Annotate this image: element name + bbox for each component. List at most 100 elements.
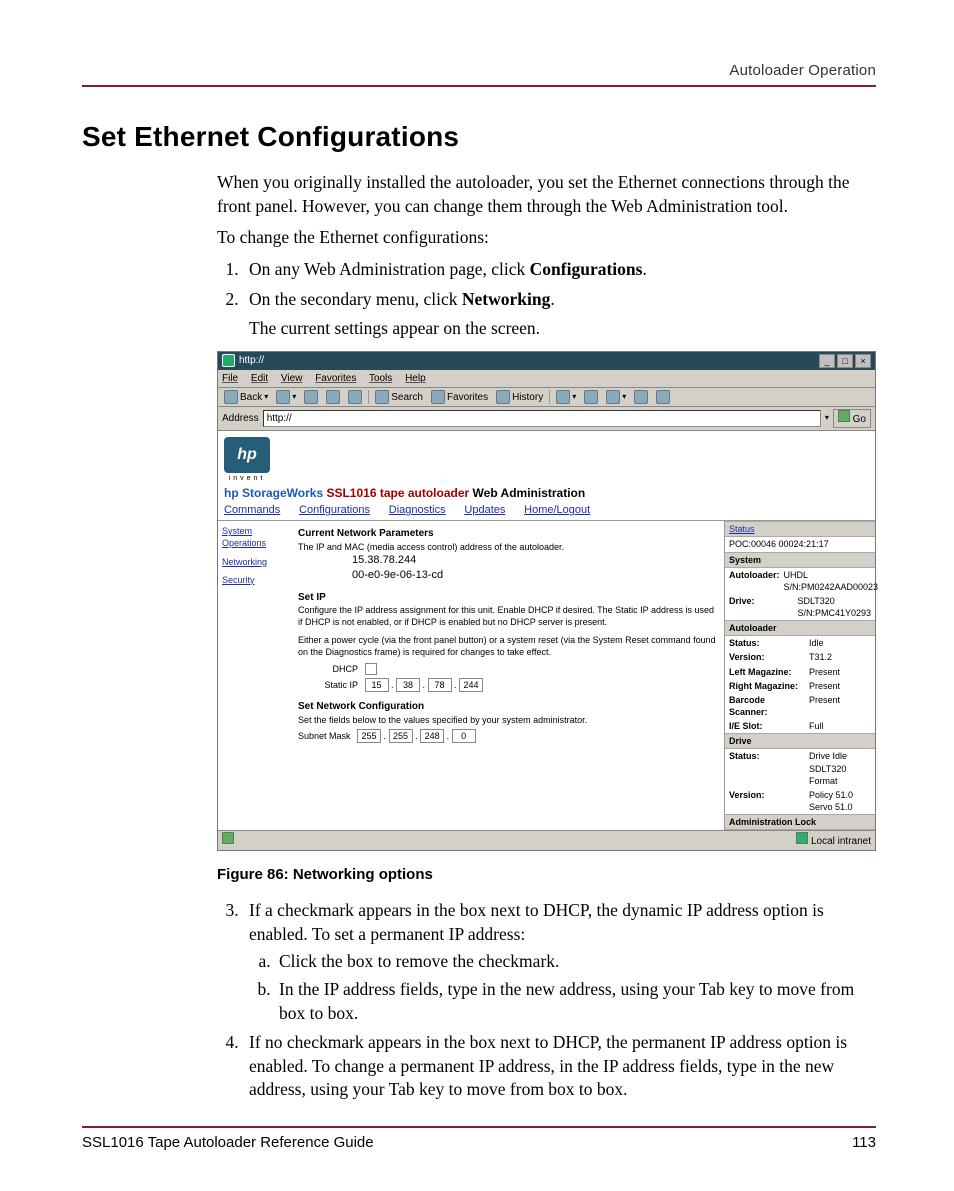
leftmag-v: Present bbox=[809, 666, 871, 678]
search-button[interactable]: Search bbox=[373, 390, 425, 404]
menu-help[interactable]: Help bbox=[405, 373, 426, 384]
window-max-button[interactable]: □ bbox=[837, 354, 853, 368]
fwd-button[interactable]: ▾ bbox=[274, 390, 298, 404]
hp-logo: hp bbox=[224, 437, 270, 473]
section-title: Set Ethernet Configurations bbox=[82, 121, 876, 153]
go-label: Go bbox=[853, 414, 866, 425]
app-title-blue: hp StorageWorks bbox=[224, 486, 326, 500]
side-security[interactable]: Security bbox=[222, 574, 292, 586]
rightmag-k: Right Magazine: bbox=[729, 680, 805, 692]
autoloader-v: UHDL S/N:PM0242AAD00023 bbox=[784, 569, 879, 593]
refresh-icon bbox=[326, 390, 340, 404]
step-3-text: If a checkmark appears in the box next t… bbox=[249, 900, 824, 944]
side-sysops[interactable]: System Operations bbox=[222, 525, 292, 549]
al-status-v: Idle bbox=[809, 637, 871, 649]
poc-value: POC:00046 00024:21:17 bbox=[729, 538, 829, 550]
forward-icon bbox=[276, 390, 290, 404]
d-status-k: Status: bbox=[729, 750, 805, 786]
d-status-v: Drive Idle SDLT320 Format bbox=[809, 750, 871, 786]
current-net-params-desc: The IP and MAC (media access control) ad… bbox=[298, 541, 718, 553]
footer-left: SSL1016 Tape Autoloader Reference Guide bbox=[82, 1134, 374, 1151]
subnet-4[interactable]: 0 bbox=[452, 729, 476, 743]
messenger-icon bbox=[656, 390, 670, 404]
status-header[interactable]: Status bbox=[725, 521, 875, 537]
go-icon bbox=[838, 410, 850, 422]
history-icon bbox=[496, 390, 510, 404]
d-version-v: Policy 51.0 Servo 51.0 bbox=[809, 789, 871, 813]
window-min-button[interactable]: _ bbox=[819, 354, 835, 368]
autoloader-k: Autoloader: bbox=[729, 569, 780, 593]
stop-icon bbox=[304, 390, 318, 404]
status-panel: Status POC:00046 00024:21:17 System Auto… bbox=[724, 521, 875, 830]
refresh-button[interactable] bbox=[324, 390, 342, 404]
steps-list: On any Web Administration page, click Co… bbox=[217, 258, 876, 341]
static-ip-2[interactable]: 38 bbox=[396, 678, 420, 692]
print-button[interactable] bbox=[582, 390, 600, 404]
go-button[interactable]: Go bbox=[833, 409, 871, 428]
al-version-k: Version: bbox=[729, 651, 805, 663]
stop-button[interactable] bbox=[302, 390, 320, 404]
drive-k: Drive: bbox=[729, 595, 793, 619]
menu-edit[interactable]: Edit bbox=[251, 373, 268, 384]
side-networking[interactable]: Networking bbox=[222, 556, 292, 568]
window-title: http:// bbox=[239, 354, 264, 368]
footer-page-number: 113 bbox=[852, 1134, 876, 1151]
step-2-text-a: On the secondary menu, click bbox=[249, 289, 462, 309]
step-1: On any Web Administration page, click Co… bbox=[243, 258, 876, 282]
ieslot-v: Full bbox=[809, 720, 871, 732]
history-button[interactable]: History bbox=[494, 390, 545, 404]
header-chapter: Autoloader Operation bbox=[82, 62, 876, 79]
ie-small-icon bbox=[222, 832, 234, 844]
menubar: File Edit View Favorites Tools Help bbox=[218, 370, 875, 389]
subnet-1[interactable]: 255 bbox=[357, 729, 381, 743]
nav-homelogout[interactable]: Home/Logout bbox=[524, 504, 590, 516]
al-version-v: T31.2 bbox=[809, 651, 871, 663]
subnet-3[interactable]: 248 bbox=[420, 729, 444, 743]
static-ip-3[interactable]: 78 bbox=[428, 678, 452, 692]
discuss-button[interactable] bbox=[632, 390, 650, 404]
menu-favorites[interactable]: Favorites bbox=[315, 373, 356, 384]
main-panel: Current Network Parameters The IP and MA… bbox=[296, 521, 724, 830]
ip-value: 15.38.78.244 bbox=[352, 553, 718, 568]
step-3b: In the IP address fields, type in the ne… bbox=[275, 978, 876, 1025]
discuss-icon bbox=[634, 390, 648, 404]
step-2-text-c: . bbox=[550, 289, 554, 309]
nav-commands[interactable]: Commands bbox=[224, 504, 280, 516]
web-content: hp invent hp StorageWorks SSL1016 tape a… bbox=[218, 431, 875, 831]
menu-tools[interactable]: Tools bbox=[369, 373, 392, 384]
system-header: System bbox=[725, 552, 875, 568]
hp-invent-label: invent bbox=[224, 474, 270, 483]
dhcp-label: DHCP bbox=[298, 663, 358, 675]
window-close-button[interactable]: × bbox=[855, 354, 871, 368]
set-ip-heading: Set IP bbox=[298, 591, 718, 605]
back-icon bbox=[224, 390, 238, 404]
favorites-button[interactable]: Favorites bbox=[429, 390, 490, 404]
nav-diagnostics[interactable]: Diagnostics bbox=[389, 504, 446, 516]
header-rule bbox=[82, 85, 876, 87]
nav-configurations[interactable]: Configurations bbox=[299, 504, 370, 516]
home-button[interactable] bbox=[346, 390, 364, 404]
menu-view[interactable]: View bbox=[281, 373, 303, 384]
ieslot-k: I/E Slot: bbox=[729, 720, 805, 732]
nav-updates[interactable]: Updates bbox=[464, 504, 505, 516]
address-bar: Address http:// ▾ Go bbox=[218, 407, 875, 431]
static-ip-4[interactable]: 244 bbox=[459, 678, 483, 692]
address-dropdown-icon[interactable]: ▾ bbox=[825, 413, 829, 424]
subnet-2[interactable]: 255 bbox=[389, 729, 413, 743]
rightmag-v: Present bbox=[809, 680, 871, 692]
address-input[interactable]: http:// bbox=[263, 410, 821, 428]
static-ip-1[interactable]: 15 bbox=[365, 678, 389, 692]
dhcp-checkbox[interactable] bbox=[365, 663, 377, 675]
side-nav: System Operations Networking Security bbox=[218, 521, 296, 830]
home-icon bbox=[348, 390, 362, 404]
browser-statusbar: Local intranet bbox=[218, 830, 875, 850]
autoloader-header: Autoloader bbox=[725, 620, 875, 636]
back-button[interactable]: Back ▾ bbox=[222, 390, 270, 404]
mail-button[interactable]: ▾ bbox=[554, 390, 578, 404]
step-1-text-c: . bbox=[642, 259, 646, 279]
messenger-button[interactable] bbox=[654, 390, 672, 404]
adminlock-header: Administration Lock bbox=[725, 814, 875, 830]
edit-button[interactable]: ▾ bbox=[604, 390, 628, 404]
mac-value: 00-e0-9e-06-13-cd bbox=[352, 568, 718, 583]
menu-file[interactable]: File bbox=[222, 373, 238, 384]
